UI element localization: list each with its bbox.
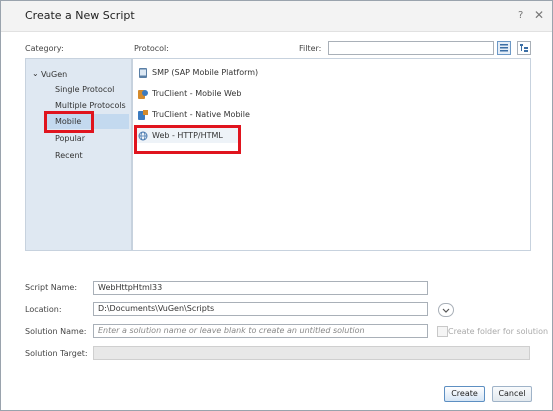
- create-button[interactable]: Create: [444, 386, 485, 402]
- truclient-native-icon: [138, 110, 148, 120]
- script-name-label: Script Name:: [25, 283, 78, 292]
- protocol-item-truclient-mobile-web[interactable]: TruClient - Mobile Web: [138, 87, 368, 103]
- protocol-item-smp[interactable]: SMP (SAP Mobile Platform): [138, 66, 368, 82]
- create-folder-label: Create folder for solution: [448, 327, 549, 336]
- dialog-title: Create a New Script: [25, 9, 135, 22]
- category-multiple-protocols[interactable]: Multiple Protocols: [55, 101, 126, 110]
- help-icon[interactable]: ?: [518, 10, 523, 21]
- expand-chevron-icon[interactable]: ⌄: [32, 69, 39, 78]
- close-icon[interactable]: ✕: [534, 8, 544, 22]
- mobile-highlight-box: [44, 111, 94, 133]
- create-folder-checkbox[interactable]: [437, 326, 448, 337]
- protocol-list: SMP (SAP Mobile Platform) TruClient - Mo…: [132, 58, 531, 251]
- category-single-protocol[interactable]: Single Protocol: [55, 85, 114, 94]
- title-bar: Create a New Script ? ✕: [1, 1, 552, 32]
- solution-target-input: [93, 346, 530, 360]
- sap-icon: [138, 68, 148, 78]
- protocol-item-truclient-native[interactable]: TruClient - Native Mobile: [138, 108, 368, 124]
- filter-label: Filter:: [299, 44, 322, 53]
- category-recent[interactable]: Recent: [55, 151, 83, 160]
- script-name-input[interactable]: WebHttpHtml33: [93, 281, 428, 295]
- solution-target-label: Solution Target:: [25, 349, 88, 358]
- protocol-label-truclient-native: TruClient - Native Mobile: [152, 110, 250, 119]
- truclient-icon: [138, 89, 148, 99]
- web-http-highlight-box: [134, 125, 241, 154]
- solution-name-label: Solution Name:: [25, 327, 87, 336]
- create-script-dialog: Create a New Script ? ✕ Category: Protoc…: [0, 0, 553, 411]
- location-label: Location:: [25, 305, 62, 314]
- location-input[interactable]: D:\Documents\VuGen\Scripts: [93, 302, 428, 316]
- protocol-label-truclient-mobile-web: TruClient - Mobile Web: [152, 89, 242, 98]
- tree-view-icon[interactable]: [517, 41, 531, 55]
- filter-input[interactable]: [328, 41, 494, 55]
- solution-name-input[interactable]: Enter a solution name or leave blank to …: [93, 324, 428, 338]
- tree-root-vugen[interactable]: VuGen: [41, 70, 67, 79]
- protocol-label: Protocol:: [134, 44, 169, 53]
- category-label: Category:: [25, 44, 64, 53]
- category-popular[interactable]: Popular: [55, 134, 85, 143]
- browse-location-button[interactable]: [438, 303, 454, 317]
- protocol-label-smp: SMP (SAP Mobile Platform): [152, 68, 259, 77]
- category-tree: ⌄ VuGen Single Protocol Multiple Protoco…: [25, 58, 132, 251]
- cancel-button[interactable]: Cancel: [492, 386, 532, 402]
- list-view-icon[interactable]: [497, 41, 511, 55]
